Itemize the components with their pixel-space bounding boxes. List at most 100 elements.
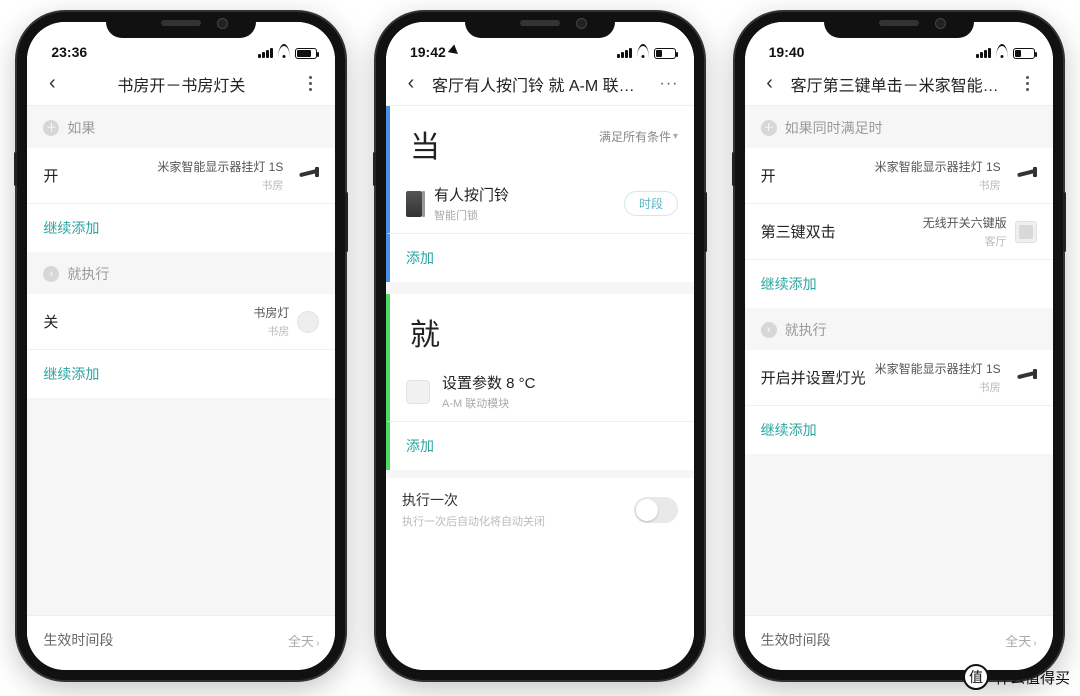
light-toggle-icon	[297, 311, 319, 333]
effective-period-row[interactable]: 生效时间段 全天›	[27, 615, 335, 670]
chevron-right-icon: ›	[316, 638, 319, 649]
row-right-title: 米家智能显示器挂灯 1S	[157, 158, 283, 175]
row-right-title: 无线开关六键版	[923, 214, 1007, 231]
switch-icon	[1015, 221, 1037, 243]
screen: 19:40 ‹ 客厅第三键单击－米家智能显示… ＋ 如果同时满足时 开 米家智能…	[745, 22, 1053, 670]
back-button[interactable]: ‹	[753, 72, 787, 95]
location-icon	[448, 44, 465, 61]
row-left-title: 设置参数 8 °C	[442, 372, 536, 393]
row-right-title: 米家智能显示器挂灯 1S	[875, 360, 1001, 377]
row-right-sub: 书房	[979, 177, 1001, 193]
row-left-sub: 智能门锁	[434, 207, 509, 223]
arrow-icon: ›	[43, 266, 59, 282]
then-label: 就执行	[67, 264, 109, 284]
page-title: 客厅有人按门铃 就 A-M 联动模块	[428, 72, 652, 96]
effective-period-row[interactable]: 生效时间段 全天›	[745, 615, 1053, 670]
plus-icon: ＋	[761, 120, 777, 136]
notch	[106, 12, 256, 38]
when-char: 当	[410, 122, 440, 166]
add-action-button[interactable]: 继续添加	[745, 406, 1053, 454]
arrow-icon: ›	[761, 322, 777, 338]
if-section-header: ＋ 如果	[27, 106, 335, 148]
status-time: 23:36	[51, 44, 87, 60]
watermark-text: 什么值得买	[995, 667, 1070, 688]
do-section-header: 就	[386, 294, 694, 362]
lamp-icon	[1009, 369, 1037, 387]
row-left-title: 开	[43, 165, 58, 186]
page-title: 客厅第三键单击－米家智能显示…	[787, 72, 1011, 96]
row-right-title: 米家智能显示器挂灯 1S	[875, 158, 1001, 175]
screen: 19:42 ‹ 客厅有人按门铃 就 A-M 联动模块 当 满足所有条件 ▾	[386, 22, 694, 670]
then-section-header: › 就执行	[745, 308, 1053, 350]
row-right-sub: 客厅	[985, 233, 1007, 249]
nav-bar: ‹ 客厅第三键单击－米家智能显示…	[745, 62, 1053, 106]
footer-value: 全天	[1005, 634, 1031, 649]
action-row[interactable]: 关 书房灯 书房	[27, 294, 335, 350]
plus-icon: ＋	[43, 120, 59, 136]
condition-row[interactable]: 有人按门铃 智能门锁 时段	[386, 174, 694, 234]
watermark: 值 什么值得买	[963, 664, 1070, 690]
notch	[465, 12, 615, 38]
nav-bar: ‹ 书房开－书房灯关	[27, 62, 335, 106]
signal-icon	[617, 48, 632, 58]
then-section-header: › 就执行	[27, 252, 335, 294]
condition-row[interactable]: 第三键双击 无线开关六键版 客厅	[745, 204, 1053, 260]
runonce-sub: 执行一次后自动化将自动关闭	[402, 513, 545, 529]
page-title: 书房开－书房灯关	[69, 72, 293, 96]
watermark-badge: 值	[963, 664, 989, 690]
phone-frame: 19:42 ‹ 客厅有人按门铃 就 A-M 联动模块 当 满足所有条件 ▾	[376, 12, 704, 680]
row-right-sub: 书房	[261, 177, 283, 193]
more-button[interactable]	[1011, 76, 1045, 91]
back-button[interactable]: ‹	[35, 72, 69, 95]
footer-value: 全天	[288, 634, 314, 649]
if-label: 如果同时满足时	[785, 118, 883, 138]
doorlock-icon	[406, 191, 422, 217]
phone-frame: 19:40 ‹ 客厅第三键单击－米家智能显示… ＋ 如果同时满足时 开 米家智能…	[735, 12, 1063, 680]
back-button[interactable]: ‹	[394, 72, 428, 95]
signal-icon	[258, 48, 273, 58]
footer-label: 生效时间段	[43, 630, 113, 650]
row-left-title: 第三键双击	[761, 221, 836, 242]
row-right-title: 书房灯	[253, 304, 289, 321]
row-left-title: 开	[761, 165, 776, 186]
action-row[interactable]: 设置参数 8 °C A-M 联动模块	[386, 362, 694, 422]
if-section-header: ＋ 如果同时满足时	[745, 106, 1053, 148]
add-condition-button[interactable]: 继续添加	[27, 204, 335, 252]
runonce-toggle[interactable]	[634, 497, 678, 523]
module-icon	[406, 380, 430, 404]
more-button[interactable]	[293, 76, 327, 91]
row-right-sub: 书房	[979, 379, 1001, 395]
phone-frame: 23:36 ‹ 书房开－书房灯关 ＋ 如果 开 米家智能显示器挂灯 1S	[17, 12, 345, 680]
add-condition-button[interactable]: 添加	[386, 234, 694, 282]
runonce-title: 执行一次	[402, 490, 545, 510]
do-char: 就	[410, 310, 440, 354]
action-row[interactable]: 开启并设置灯光 米家智能显示器挂灯 1S 书房	[745, 350, 1053, 406]
chevron-down-icon: ▾	[673, 131, 678, 142]
if-label: 如果	[67, 118, 95, 138]
add-action-button[interactable]: 继续添加	[27, 350, 335, 398]
run-once-row[interactable]: 执行一次 执行一次后自动化将自动关闭	[386, 470, 694, 541]
condition-row[interactable]: 开 米家智能显示器挂灯 1S 书房	[27, 148, 335, 204]
add-condition-button[interactable]: 继续添加	[745, 260, 1053, 308]
footer-label: 生效时间段	[761, 630, 831, 650]
row-left-title: 有人按门铃	[434, 184, 509, 205]
screen: 23:36 ‹ 书房开－书房灯关 ＋ 如果 开 米家智能显示器挂灯 1S	[27, 22, 335, 670]
more-button[interactable]	[652, 75, 686, 93]
add-action-button[interactable]: 添加	[386, 422, 694, 470]
chevron-right-icon: ›	[1033, 638, 1036, 649]
row-right-sub: 书房	[267, 323, 289, 339]
lamp-icon	[291, 167, 319, 185]
battery-icon	[654, 48, 676, 59]
period-pill-button[interactable]: 时段	[624, 191, 678, 216]
nav-bar: ‹ 客厅有人按门铃 就 A-M 联动模块	[386, 62, 694, 106]
notch	[824, 12, 974, 38]
status-time: 19:40	[769, 44, 805, 60]
row-left-sub: A-M 联动模块	[442, 395, 536, 411]
then-label: 就执行	[785, 320, 827, 340]
signal-icon	[976, 48, 991, 58]
lamp-icon	[1009, 167, 1037, 185]
row-left-title: 开启并设置灯光	[761, 367, 866, 388]
when-mode-button[interactable]: 满足所有条件 ▾	[599, 128, 678, 145]
condition-row[interactable]: 开 米家智能显示器挂灯 1S 书房	[745, 148, 1053, 204]
wifi-icon	[636, 46, 650, 60]
